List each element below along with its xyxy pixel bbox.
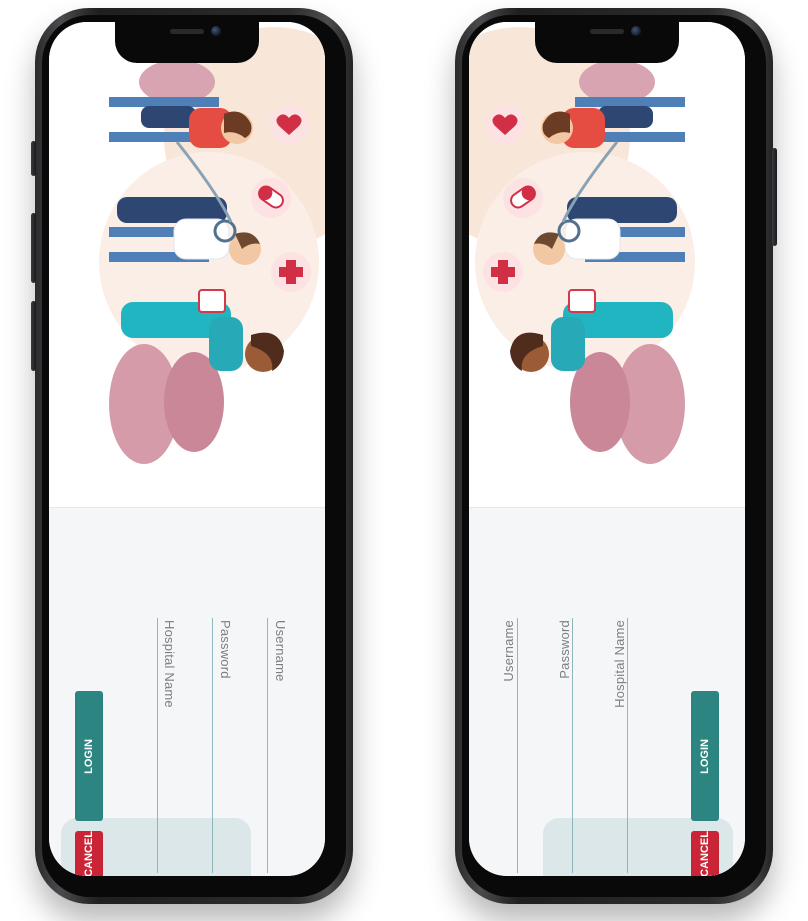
right-phone: Username Password Hospital Name LOGIN CA… <box>455 8 777 904</box>
clipboard <box>568 289 596 313</box>
cancel-button[interactable]: CANCEL <box>691 831 719 876</box>
patient-body <box>598 106 653 128</box>
notch <box>115 22 259 63</box>
login-button-label: LOGIN <box>83 738 95 774</box>
illustration-svg <box>99 27 325 464</box>
speaker-grille <box>590 29 624 34</box>
silent-switch <box>31 141 36 176</box>
login-screen-mirrored: Username Password Hospital Name LOGIN CA… <box>469 22 745 876</box>
cancel-button-label: CANCEL <box>83 831 95 876</box>
hospital-field-line[interactable] <box>157 618 158 873</box>
username-field-line[interactable] <box>517 618 518 873</box>
medical-cross-icon <box>491 267 515 277</box>
medical-illustration-mirrored <box>469 22 745 507</box>
nurse-shirt <box>209 317 243 371</box>
medical-illustration <box>49 22 325 507</box>
login-screen: Username Password Hospital Name LOGIN CA… <box>49 22 325 876</box>
camera-icon <box>211 26 221 36</box>
login-button[interactable]: LOGIN <box>691 691 719 821</box>
camera-icon <box>631 26 641 36</box>
password-field[interactable]: Password <box>557 620 572 679</box>
volume-up-button <box>31 213 36 283</box>
login-button[interactable]: LOGIN <box>75 691 103 821</box>
mockup-stage: Username Password Hospital Name LOGIN CA… <box>0 0 808 921</box>
nurse-shirt <box>551 317 585 371</box>
hospital-field-line[interactable] <box>627 618 628 873</box>
notch <box>535 22 679 63</box>
patient-body <box>141 106 196 128</box>
login-form-mirrored: Username Password Hospital Name LOGIN CA… <box>469 508 745 876</box>
medical-cross-icon <box>279 267 303 277</box>
chair-frame <box>109 97 219 107</box>
hospital-name-field[interactable]: Hospital Name <box>612 620 627 708</box>
chair-frame <box>575 97 685 107</box>
login-button-label: LOGIN <box>699 738 711 774</box>
power-button <box>772 148 777 246</box>
username-field-line[interactable] <box>267 618 268 873</box>
left-phone: Username Password Hospital Name LOGIN CA… <box>31 8 353 904</box>
username-field[interactable]: Username <box>273 620 288 682</box>
password-field[interactable]: Password <box>218 620 233 679</box>
cancel-button[interactable]: CANCEL <box>75 831 103 876</box>
hospital-name-field[interactable]: Hospital Name <box>162 620 177 708</box>
illustration-svg-mirrored <box>469 27 695 464</box>
cancel-button-label: CANCEL <box>699 831 711 876</box>
speaker-grille <box>170 29 204 34</box>
volume-down-button <box>31 301 36 371</box>
password-field-line[interactable] <box>572 618 573 873</box>
clipboard <box>198 289 226 313</box>
login-form: Username Password Hospital Name LOGIN CA… <box>49 508 325 876</box>
username-field[interactable]: Username <box>501 620 516 682</box>
password-field-line[interactable] <box>212 618 213 873</box>
